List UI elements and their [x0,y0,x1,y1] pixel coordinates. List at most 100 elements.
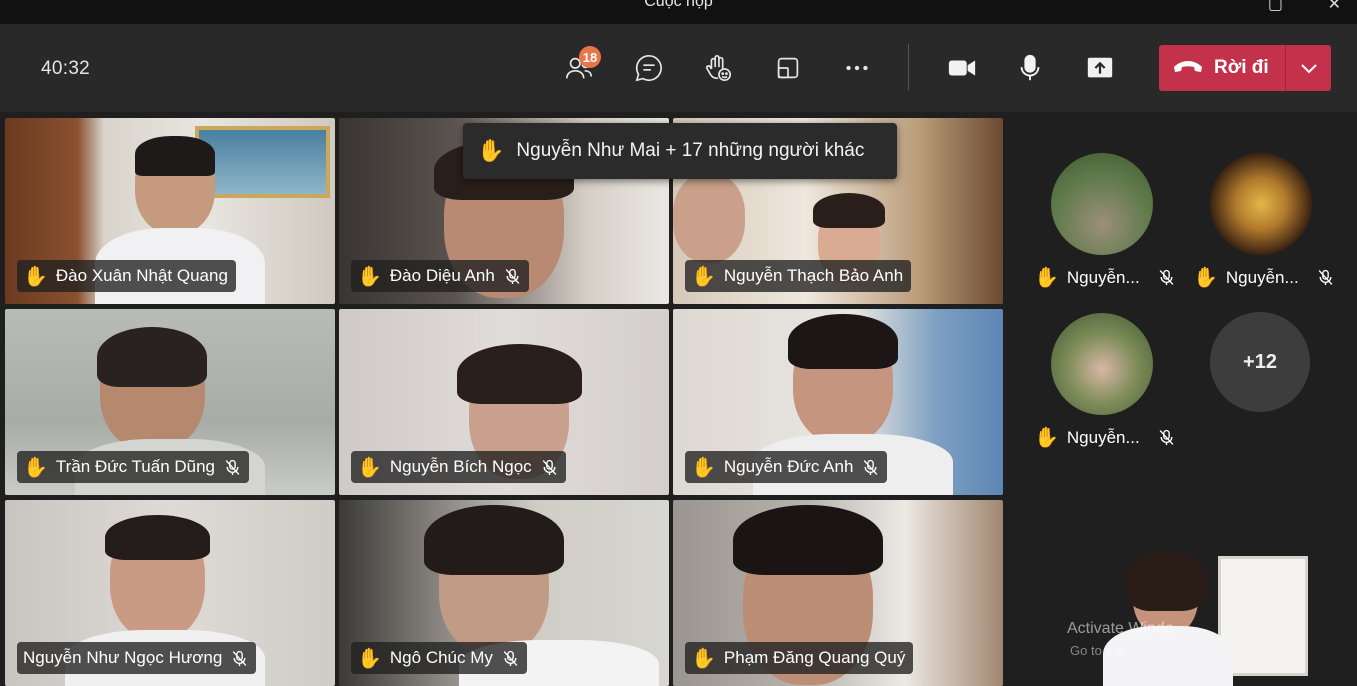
raised-hand-icon: ✋ [23,265,48,288]
participant-name: Nguyễn Đức Anh [723,457,854,476]
wall-painting [195,126,330,198]
raised-hand-icon: ✋ [23,456,48,479]
participant-name-tag: ✋ Đào Diệu Anh [351,260,529,292]
raised-hand-icon: ✋ [357,647,382,670]
participant-name-tag: ✋ Nguyễn Đức Anh [685,451,888,483]
raised-hand-icon: ✋ [691,265,716,288]
person-hair [1126,551,1206,611]
mic-off-icon [1159,269,1174,285]
toolbar-divider [908,44,909,90]
person-hair [135,136,215,176]
raised-hand-icon: ✋ [1034,427,1059,449]
raised-hand-icon: ✋ [477,138,505,163]
video-tile[interactable]: ✋ Nguyễn Đức Anh [673,309,1003,495]
participant-name-tag: Nguyễn Như Ngọc Hương [17,642,257,674]
self-view-video[interactable] [1008,496,1354,686]
participant-name-tag: ✋ Nguyễn Bích Ngọc [351,451,566,483]
participant-name-tag: ✋ Nguyễn Thạch Bảo Anh [685,260,912,292]
meeting-toolbar: 40:32 18 [0,24,1357,112]
meeting-timer: 40:32 [41,58,91,79]
participant-avatar[interactable] [1051,313,1153,415]
person-hair [105,515,210,560]
raised-hand-icon: ✋ [357,265,382,288]
participants-button[interactable]: 18 [557,46,601,88]
participant-name: Nguyễn... [1066,267,1140,287]
participant-name: Nguyễn Bích Ngọc [389,457,532,476]
video-tile[interactable]: ✋ Ngô Chúc My [339,500,669,686]
rooms-button[interactable] [766,48,810,88]
video-tile[interactable]: ✋ Nguyễn Bích Ngọc [339,309,669,495]
participants-count-badge: 18 [579,46,601,68]
chat-icon [635,54,662,82]
more-icon [846,65,868,71]
mic-off-icon [225,459,240,475]
participant-name: Nguyễn... [1225,267,1299,287]
notification-text: Nguyễn Như Mai + 17 những người khác [516,140,865,161]
participant-name: Đào Diệu Anh [389,266,495,285]
camera-button[interactable] [940,48,984,88]
person-hair [457,344,582,404]
camera-icon [948,60,976,76]
chat-button[interactable] [627,48,671,88]
share-icon [1087,57,1113,78]
video-tile[interactable]: ✋ Phạm Đăng Quang Quý [673,500,1003,686]
activation-watermark: Activate Windo [1067,620,1174,637]
participant-avatar[interactable] [1210,153,1312,255]
participant-name: Nguyễn Thạch Bảo Anh [723,266,904,285]
raised-hand-icon: ✋ [1034,267,1059,289]
mic-icon [1020,54,1040,81]
side-participant-name-tag: ✋ Nguyễn... [1034,265,1175,290]
side-participant-name-tag: ✋ Nguyễn... [1034,425,1175,450]
participant-name: Phạm Đăng Quang Quý [723,648,906,667]
raise-hand-icon [705,54,732,82]
rooms-icon [777,57,799,79]
mic-off-icon [232,650,247,666]
person-hair [788,314,898,369]
participant-name: Ngô Chúc My [389,648,493,667]
raised-hand-icon: ✋ [691,647,716,670]
participant-name-tag: ✋ Trần Đức Tuấn Dũng [17,451,250,483]
person-hair [733,505,883,575]
participant-name: Đào Xuân Nhật Quang [55,266,228,285]
raised-hand-icon: ✋ [691,456,716,479]
raised-hand-icon: ✋ [357,456,382,479]
share-button[interactable] [1078,48,1122,88]
participant-name-tag: ✋ Đào Xuân Nhật Quang [17,260,236,292]
person-hair [97,327,207,387]
participant-name-tag: ✋ Ngô Chúc My [351,642,527,674]
title-bar: Cuộc họp ▢ ✕ [0,0,1357,24]
person-head [673,173,745,263]
mic-off-icon [1318,269,1333,285]
raised-hand-icon: ✋ [1193,267,1218,289]
video-tile[interactable]: ✋ Trần Đức Tuấn Dũng [5,309,335,495]
participant-name: Trần Đức Tuấn Dũng [55,457,216,476]
close-window-icon[interactable]: ✕ [1328,0,1341,14]
participant-name: Nguyễn... [1066,427,1140,447]
activation-watermark-sub: Go to s to [1070,643,1127,658]
participant-name-tag: ✋ Phạm Đăng Quang Quý [685,642,914,674]
more-actions-button[interactable] [835,48,879,88]
restore-window-icon[interactable]: ▢ [1268,0,1283,14]
mic-off-icon [542,459,557,475]
person-hair [424,505,564,575]
phone-icon [1174,61,1202,72]
microphone-button[interactable] [1008,48,1052,88]
video-tile[interactable]: ✋ Đào Xuân Nhật Quang [5,118,335,304]
leave-button[interactable]: Rời đi [1159,45,1285,91]
raised-hands-notification[interactable]: ✋ Nguyễn Như Mai + 17 những người khác [463,123,897,179]
participant-name: Nguyễn Như Ngọc Hương [23,648,223,667]
mic-off-icon [864,459,878,475]
leave-button-group: Rời đi [1159,45,1331,91]
side-participant-name-tag: ✋ Nguyễn... [1193,265,1334,290]
leave-label: Rời đi [1214,57,1269,78]
leave-options-button[interactable] [1286,45,1331,91]
participant-avatar[interactable] [1051,153,1153,255]
more-participants-button[interactable]: +12 [1210,312,1310,412]
chevron-down-icon [1300,64,1317,74]
video-tile[interactable]: Nguyễn Như Ngọc Hương [5,500,335,686]
mic-off-icon [1159,429,1174,445]
mic-off-icon [505,268,520,284]
mic-off-icon [503,650,518,666]
reactions-button[interactable] [696,48,740,88]
window-title: Cuộc họp [644,0,713,10]
